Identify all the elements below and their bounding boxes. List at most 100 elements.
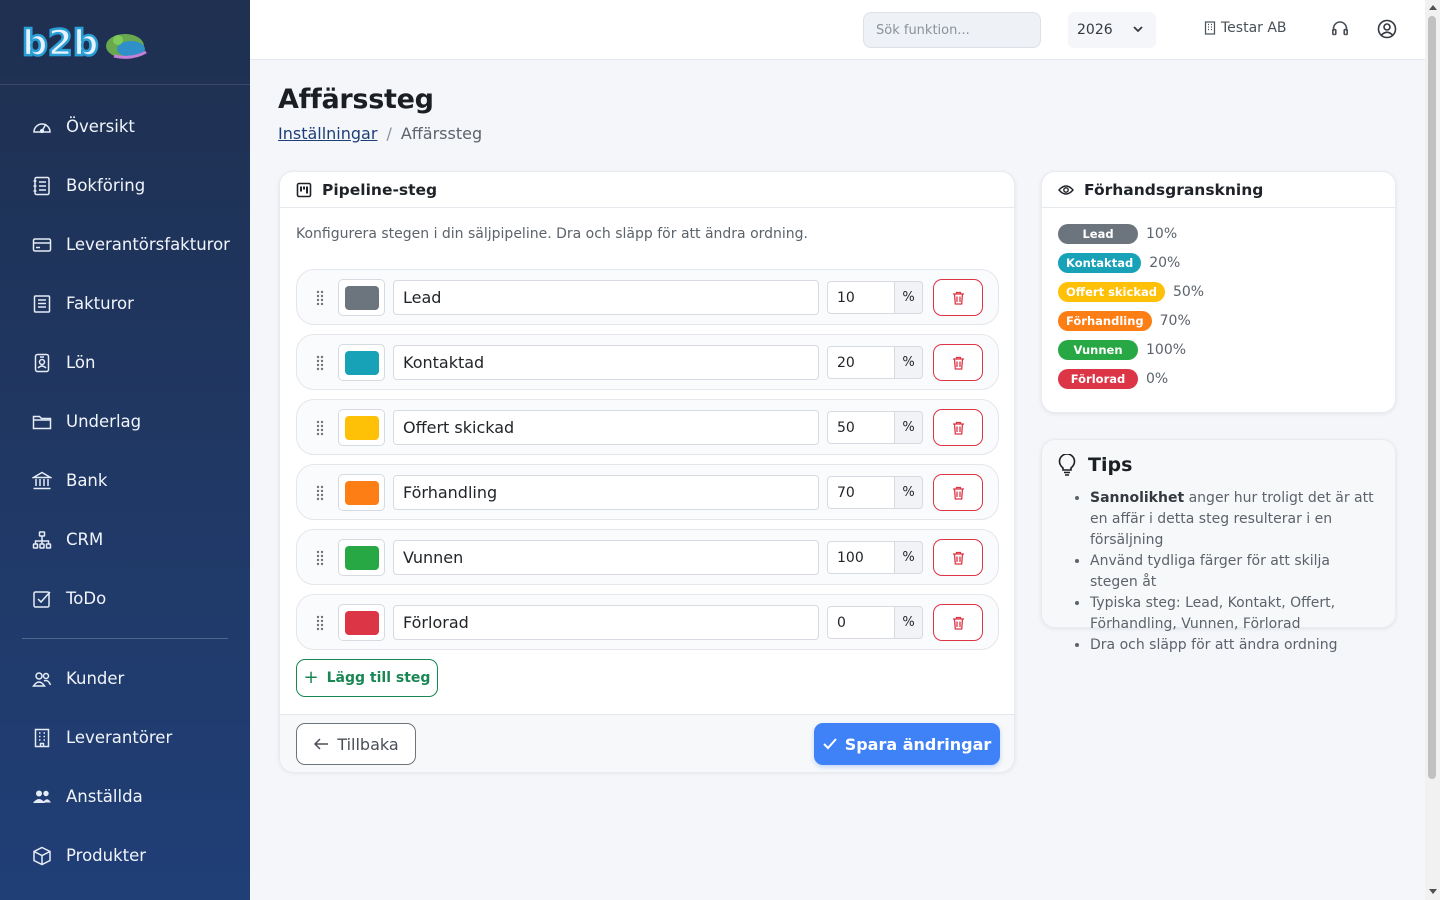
nav-item-crm[interactable]: CRM xyxy=(0,510,250,569)
stage-percent: 10% xyxy=(1146,226,1178,242)
stage-probability-input[interactable] xyxy=(827,606,895,639)
year-select[interactable]: 2026 xyxy=(1068,12,1156,48)
stage-percent: 0% xyxy=(1146,371,1169,387)
company-selector[interactable]: Testar AB xyxy=(1204,20,1287,36)
stage-probability-input[interactable] xyxy=(827,541,895,574)
tip-item: Typiska steg: Lead, Kontakt, Offert, För… xyxy=(1090,593,1380,635)
trash-icon xyxy=(952,551,964,565)
nav-item-bank[interactable]: Bank xyxy=(0,451,250,510)
delete-stage-button[interactable] xyxy=(933,604,983,641)
delete-stage-button[interactable] xyxy=(933,279,983,316)
stage-probability-input[interactable] xyxy=(827,476,895,509)
delete-stage-button[interactable] xyxy=(933,539,983,576)
breadcrumb-current: Affärssteg xyxy=(400,124,483,143)
topbar: 2026 Testar AB xyxy=(250,0,1425,60)
percent-addon: % xyxy=(894,541,923,574)
stage-row[interactable]: % xyxy=(296,334,999,390)
stage-name-input[interactable] xyxy=(393,280,819,315)
check-square-icon xyxy=(32,589,52,609)
scroll-down-arrow[interactable] xyxy=(1429,889,1437,894)
delete-stage-button[interactable] xyxy=(933,409,983,446)
scroll-thumb[interactable] xyxy=(1428,16,1436,779)
stage-row[interactable]: % xyxy=(296,399,999,455)
drag-handle-icon[interactable] xyxy=(315,290,325,306)
stage-row[interactable]: % xyxy=(296,269,999,325)
nav-label: ToDo xyxy=(66,589,107,608)
nav-item-anstallda[interactable]: Anställda xyxy=(0,767,250,826)
user-circle-icon[interactable] xyxy=(1377,19,1397,39)
headset-icon[interactable] xyxy=(1330,19,1350,39)
page-scrollbar[interactable] xyxy=(1425,0,1440,900)
back-button[interactable]: Tillbaka xyxy=(296,723,416,765)
delete-stage-button[interactable] xyxy=(933,474,983,511)
tips-header: Tips xyxy=(1058,454,1132,476)
drag-handle-icon[interactable] xyxy=(315,550,325,566)
preview-row: Kontaktad 20% xyxy=(1058,253,1180,273)
stage-row[interactable]: % xyxy=(296,594,999,650)
secondary-nav: Kunder Leverantörer Anställda Produkter xyxy=(0,649,250,885)
trash-icon xyxy=(952,616,964,630)
breadcrumb: Inställningar / Affärssteg xyxy=(278,124,482,143)
nav-divider xyxy=(22,638,228,639)
nav-label: Produkter xyxy=(66,846,147,865)
stage-color-picker[interactable] xyxy=(338,344,385,381)
color-swatch xyxy=(345,546,379,570)
arrow-left-icon xyxy=(314,738,329,750)
stage-row[interactable]: % xyxy=(296,529,999,585)
search-input[interactable] xyxy=(863,12,1041,48)
save-button[interactable]: Spara ändringar xyxy=(814,723,1000,765)
stage-color-picker[interactable] xyxy=(338,409,385,446)
stage-name-input[interactable] xyxy=(393,410,819,445)
nav-item-oversikt[interactable]: Översikt xyxy=(0,97,250,156)
stage-name-input[interactable] xyxy=(393,540,819,575)
stage-color-picker[interactable] xyxy=(338,539,385,576)
stage-badge: Vunnen xyxy=(1058,340,1138,360)
nav-item-leverantorsfakturor[interactable]: Leverantörsfakturor xyxy=(0,215,250,274)
eye-icon xyxy=(1058,184,1074,195)
stage-color-picker[interactable] xyxy=(338,604,385,641)
stage-probability-input[interactable] xyxy=(827,346,895,379)
pipeline-card-title: Pipeline-steg xyxy=(322,180,438,199)
nav-label: Lön xyxy=(66,353,96,372)
nav-item-underlag[interactable]: Underlag xyxy=(0,392,250,451)
stage-color-picker[interactable] xyxy=(338,474,385,511)
trash-icon xyxy=(952,291,964,305)
scroll-up-arrow[interactable] xyxy=(1429,5,1437,10)
color-swatch xyxy=(345,481,379,505)
stage-name-input[interactable] xyxy=(393,345,819,380)
credit-card-icon xyxy=(32,235,52,255)
nav-item-bokforing[interactable]: Bokföring xyxy=(0,156,250,215)
stage-color-picker[interactable] xyxy=(338,279,385,316)
nav-item-kunder[interactable]: Kunder xyxy=(0,649,250,708)
breadcrumb-link-settings[interactable]: Inställningar xyxy=(278,124,377,143)
nav-label: Kunder xyxy=(66,669,125,688)
stage-badge: Lead xyxy=(1058,224,1138,244)
add-stage-button[interactable]: + Lägg till steg xyxy=(296,659,438,697)
nav-label: Underlag xyxy=(66,412,142,431)
stage-percent: 50% xyxy=(1172,284,1205,300)
nav-item-lon[interactable]: Lön xyxy=(0,333,250,392)
stage-probability-input[interactable] xyxy=(827,411,895,444)
nav-item-fakturor[interactable]: Fakturor xyxy=(0,274,250,333)
people-fill-icon xyxy=(32,787,52,807)
delete-stage-button[interactable] xyxy=(933,344,983,381)
stage-name-input[interactable] xyxy=(393,605,819,640)
stage-name-input[interactable] xyxy=(393,475,819,510)
drag-handle-icon[interactable] xyxy=(315,615,325,631)
stage-row[interactable]: % xyxy=(296,464,999,520)
b2b-logo[interactable]: b2b xyxy=(22,22,147,62)
bank-icon xyxy=(32,471,52,491)
company-name: Testar AB xyxy=(1221,20,1287,36)
tips-list: Sannolikhet anger hur troligt det är att… xyxy=(1090,488,1380,656)
stage-probability-input[interactable] xyxy=(827,281,895,314)
drag-handle-icon[interactable] xyxy=(315,355,325,371)
nav-item-todo[interactable]: ToDo xyxy=(0,569,250,628)
drag-handle-icon[interactable] xyxy=(315,485,325,501)
drag-handle-icon[interactable] xyxy=(315,420,325,436)
nav-item-produkter[interactable]: Produkter xyxy=(0,826,250,885)
nav-label: Leverantörer xyxy=(66,728,173,747)
nav-item-leverantorer[interactable]: Leverantörer xyxy=(0,708,250,767)
trash-icon xyxy=(952,421,964,435)
tip-text: Dra och släpp för att ändra ordning xyxy=(1090,637,1338,653)
trash-icon xyxy=(952,486,964,500)
